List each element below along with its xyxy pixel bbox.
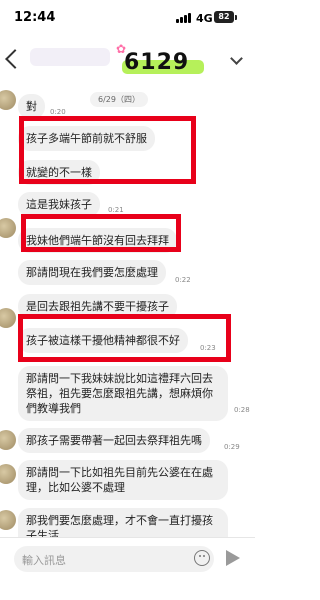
message-bubble[interactable]: 那請問現在我們要怎麼處理 [18,260,166,285]
message-bubble[interactable]: 那孩子需要帶著一起回去祭拜祖先嗎 [18,428,210,453]
avatar[interactable] [0,90,16,110]
avatar[interactable] [0,464,16,484]
avatar[interactable] [0,430,16,450]
sticker-text: 6129 [124,50,190,75]
status-bar: 12:44 4G 82 [0,0,255,40]
battery-tip [235,15,237,20]
message-input-bar: 輸入訊息 [0,537,255,600]
chevron-down-icon[interactable] [230,52,243,65]
red-highlight-box [18,314,231,362]
send-icon[interactable] [226,550,240,566]
avatar[interactable] [0,308,16,328]
avatar[interactable] [0,510,16,530]
red-highlight-box [19,116,196,184]
message-bubble[interactable]: 那請問一下我妹妹說比如這禮拜六回去祭祖，祖先要怎麼跟祖先講，想麻煩你們教導我們 [18,366,228,421]
message-bubble[interactable]: 那請問一下比如祖先目前先公婆在在處理，比如公婆不處理 [18,460,228,500]
battery-icon: 82 [214,11,234,23]
network-type: 4G [196,12,213,25]
date-chip: 6/29（四） [90,92,148,107]
message-time: 0:20 [50,108,66,116]
status-time: 12:44 [14,10,56,25]
avatar[interactable] [0,218,16,238]
message-time: 0:21 [108,206,124,214]
red-highlight-box [21,214,181,252]
blurred-contact-name [30,48,110,66]
back-icon[interactable] [5,49,25,69]
message-input[interactable]: 輸入訊息 [14,546,214,572]
message-time: 0:22 [175,276,191,284]
message-time: 0:28 [234,406,250,414]
chat-header: ✿ 6129 [0,40,255,82]
date-sticker: ✿ 6129 [116,42,208,80]
message-bubble[interactable]: 那我們要怎麼處理，才不會一直打擾孩子生活 [18,508,228,537]
emoji-icon[interactable] [194,550,210,566]
chat-area[interactable]: 6/29（四） 對 0:20 孩子多端午節前就不舒服 就變的不一樣 這是我妹孩子… [0,82,255,537]
message-time: 0:29 [224,443,240,451]
input-placeholder: 輸入訊息 [22,554,66,567]
signal-icon [176,13,192,23]
